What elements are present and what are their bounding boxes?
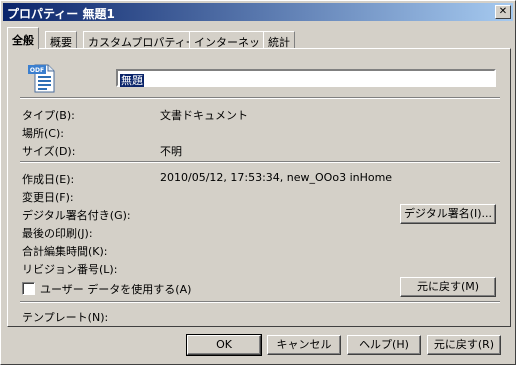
created-label: 作成日(E):	[22, 173, 75, 186]
type-label: タイプ(B):	[22, 109, 75, 122]
total-editing-time-label: 合計編集時間(K):	[22, 245, 108, 258]
close-button[interactable]: ✕	[495, 5, 511, 19]
close-icon: ✕	[498, 6, 508, 17]
location-label: 場所(C):	[22, 127, 64, 140]
template-label: テンプレート(N):	[22, 311, 109, 324]
reset-button[interactable]: 元に戻す(R)	[427, 335, 501, 355]
document-name-value: 無題	[120, 74, 144, 87]
size-label: サイズ(D):	[22, 145, 76, 158]
odf-document-icon: ODF	[28, 64, 55, 93]
separator	[20, 301, 500, 303]
digitally-signed-label: デジタル署名付き(G):	[22, 209, 131, 222]
separator	[20, 161, 500, 163]
title-bar[interactable]: プロパティー 無題1 ✕	[3, 3, 513, 21]
use-user-data-checkbox[interactable]	[22, 282, 35, 295]
size-value: 不明	[160, 145, 182, 158]
created-value: 2010/05/12, 17:53:34, new_OOo3 inHome	[160, 171, 393, 184]
tab-summary[interactable]: 概要	[45, 31, 77, 49]
type-value: 文書ドキュメント	[160, 109, 248, 122]
reset-user-data-button[interactable]: 元に戻す(M)	[400, 277, 496, 297]
modified-label: 変更日(F):	[22, 191, 74, 204]
separator	[20, 97, 500, 99]
document-name-field[interactable]: 無題	[116, 69, 496, 87]
help-button[interactable]: ヘルプ(H)	[347, 335, 421, 355]
tab-general[interactable]: 全般	[7, 27, 39, 49]
tab-custom-properties[interactable]: カスタムプロパティー	[83, 31, 202, 49]
digital-signature-button[interactable]: デジタル署名(I)...	[400, 204, 496, 224]
properties-dialog: プロパティー 無題1 ✕ 全般 概要 カスタムプロパティー インターネット 統計…	[0, 0, 516, 365]
use-user-data-label[interactable]: ユーザー データを使用する(A)	[40, 281, 191, 297]
revision-number-label: リビジョン番号(L):	[22, 263, 118, 276]
cancel-button[interactable]: キャンセル	[267, 335, 341, 355]
window-title: プロパティー 無題1	[7, 7, 115, 21]
last-printed-label: 最後の印刷(J):	[22, 227, 93, 240]
ok-button[interactable]: OK	[186, 334, 262, 356]
svg-text:ODF: ODF	[30, 67, 44, 74]
general-panel: ODF 無題 タイプ(B): 文書ドキュメント 場所(C): サイズ(D): 不…	[7, 48, 511, 327]
tab-statistics[interactable]: 統計	[263, 31, 295, 49]
